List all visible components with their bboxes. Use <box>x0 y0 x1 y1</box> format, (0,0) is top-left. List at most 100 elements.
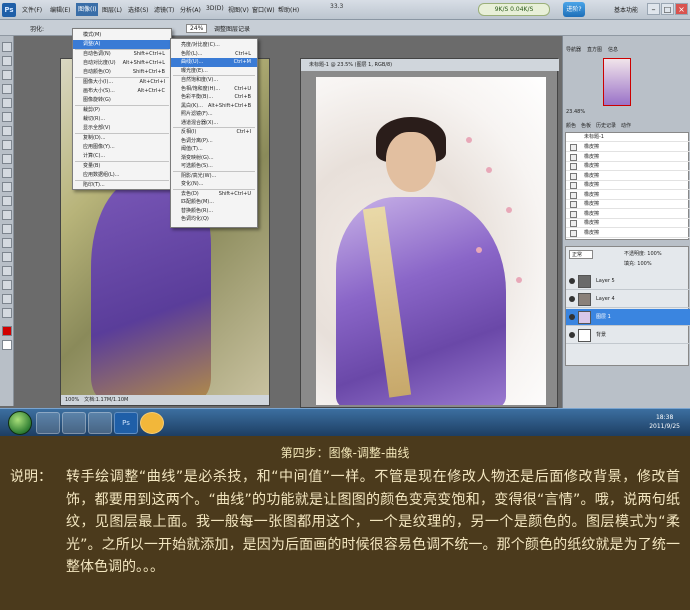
visibility-eye-icon[interactable] <box>569 278 575 284</box>
menu-help[interactable]: 帮助(H) <box>278 5 299 14</box>
marquee-tool-icon[interactable] <box>2 56 12 66</box>
clock-date: 2011/9/25 <box>649 423 680 430</box>
brush-tool-icon[interactable] <box>2 140 12 150</box>
taskbar-app-ie-icon[interactable] <box>62 412 86 434</box>
menu-layer[interactable]: 图层(L) <box>102 5 122 14</box>
image-menu-item[interactable]: 裁剪(P) <box>73 106 171 115</box>
image-menu-item[interactable]: 应用数据组(L)... <box>73 171 171 180</box>
adjust-menu-item[interactable]: 色调均化(Q) <box>171 215 257 224</box>
menu-filter[interactable]: 滤镜(T) <box>154 5 174 14</box>
visibility-eye-icon[interactable] <box>569 296 575 302</box>
magic-wand-tool-icon[interactable] <box>2 84 12 94</box>
taskbar-app-explorer-icon[interactable] <box>36 412 60 434</box>
image-menu-item[interactable]: 复制(D)... <box>73 134 171 143</box>
image-menu-item[interactable]: 自动颜色(O) Shift+Ctrl+B <box>73 68 171 77</box>
tab-info[interactable]: 信息 <box>608 46 618 55</box>
tab-histogram[interactable]: 直方图 <box>587 46 602 55</box>
type-tool-icon[interactable] <box>2 252 12 262</box>
history-row[interactable]: 橡皮擦 <box>566 200 690 209</box>
crop-tool-icon[interactable] <box>2 98 12 108</box>
image-menu-item[interactable]: 计算(C)... <box>73 152 171 161</box>
close-icon[interactable]: × <box>675 3 688 15</box>
history-row[interactable]: 橡皮擦 <box>566 181 690 190</box>
tab-actions[interactable]: 动作 <box>621 122 631 131</box>
layer-row[interactable]: 图层 1 <box>566 309 690 326</box>
document-tab[interactable]: 未标题-1 @ 23.5% (图层 1, RGB/8) <box>301 59 559 71</box>
image-menu-item[interactable]: 应用图像(Y)... <box>73 143 171 152</box>
tab-swatches[interactable]: 色板 <box>581 122 591 131</box>
opacity-field[interactable]: 不透明度: 100% <box>624 250 662 257</box>
start-button-icon[interactable] <box>8 411 32 435</box>
foreground-color-swatch[interactable] <box>2 326 12 336</box>
history-row[interactable]: 橡皮擦 <box>566 143 690 152</box>
taskbar-app-photoshop[interactable]: Ps <box>114 412 138 434</box>
qq-button[interactable]: 进阶? <box>563 2 585 17</box>
feather-label: 羽化: <box>30 26 45 33</box>
layer-row[interactable]: Layer 5 <box>566 273 690 290</box>
history-row[interactable]: 橡皮擦 <box>566 191 690 200</box>
image-menu-item[interactable]: 模式(M) <box>73 31 171 40</box>
gradient-tool-icon[interactable] <box>2 196 12 206</box>
pen-tool-icon[interactable] <box>2 238 12 248</box>
image-menu-item[interactable]: 自动对比度(U) Alt+Shift+Ctrl+L <box>73 59 171 68</box>
visibility-eye-icon[interactable] <box>569 332 575 338</box>
menu-3d[interactable]: 3D(D) <box>206 5 224 12</box>
taskbar-app-qq-icon[interactable] <box>140 412 164 434</box>
history-button[interactable]: 调整图层记录 <box>214 24 250 33</box>
menu-select[interactable]: 选择(S) <box>128 5 149 14</box>
history-row[interactable]: 橡皮擦 <box>566 162 690 171</box>
maximize-icon[interactable]: □ <box>661 3 674 15</box>
menu-image[interactable]: 图像(I) <box>76 3 99 16</box>
image-menu-item[interactable]: 图像旋转(G) <box>73 96 171 105</box>
healing-brush-tool-icon[interactable] <box>2 126 12 136</box>
history-row[interactable]: 橡皮擦 <box>566 219 690 228</box>
image-menu-item[interactable]: 图像大小(I)... Alt+Ctrl+I <box>73 78 171 87</box>
history-row[interactable]: 橡皮擦 <box>566 229 690 238</box>
menu-view[interactable]: 视图(V) <box>228 5 249 14</box>
hand-tool-icon[interactable] <box>2 294 12 304</box>
tab-color[interactable]: 颜色 <box>566 122 576 131</box>
tab-history[interactable]: 历史记录 <box>596 122 616 131</box>
menu-file[interactable]: 文件(F) <box>22 5 42 14</box>
tab-navigator[interactable]: 导航器 <box>566 46 581 55</box>
blur-tool-icon[interactable] <box>2 210 12 220</box>
visibility-eye-icon[interactable] <box>569 314 575 320</box>
zoom-tool-icon[interactable] <box>2 308 12 318</box>
minimize-icon[interactable]: – <box>647 3 660 15</box>
zoom-level[interactable]: 33.3 <box>330 3 343 17</box>
taskbar-app-player-icon[interactable] <box>88 412 112 434</box>
history-brush-tool-icon[interactable] <box>2 168 12 178</box>
menu-window[interactable]: 窗口(W) <box>252 5 275 14</box>
menu-edit[interactable]: 编辑(E) <box>50 5 70 14</box>
toolbox <box>0 36 14 406</box>
image-menu-item[interactable]: 变量(B) <box>73 162 171 171</box>
lasso-tool-icon[interactable] <box>2 70 12 80</box>
image-menu-item[interactable]: 裁切(R)... <box>73 115 171 124</box>
image-menu-item[interactable]: 自动色调(N) Shift+Ctrl+L <box>73 50 171 59</box>
image-menu-item[interactable]: 显示全部(V) <box>73 124 171 133</box>
layer-row[interactable]: 背景 <box>566 327 690 344</box>
navigator-thumbnail[interactable] <box>603 58 631 106</box>
move-tool-icon[interactable] <box>2 42 12 52</box>
history-row[interactable]: 橡皮擦 <box>566 153 690 162</box>
history-row[interactable]: 橡皮擦 <box>566 210 690 219</box>
layer-row[interactable]: Layer 4 <box>566 291 690 308</box>
dodge-tool-icon[interactable] <box>2 224 12 234</box>
background-color-swatch[interactable] <box>2 340 12 350</box>
fill-field[interactable]: 填充: 100% <box>624 260 652 267</box>
eyedropper-tool-icon[interactable] <box>2 112 12 122</box>
image-menu-item[interactable]: 画布大小(S)... Alt+Ctrl+C <box>73 87 171 96</box>
image-menu-item[interactable]: 陷印(T)... <box>73 181 171 190</box>
blend-mode-select[interactable]: 正常 <box>569 250 594 259</box>
history-snapshot[interactable]: 未标题-1 <box>566 133 690 142</box>
image-menu-item[interactable]: 调整(A) <box>73 40 171 49</box>
menu-analysis[interactable]: 分析(A) <box>180 5 201 14</box>
navigator-zoom[interactable]: 23.48% <box>566 108 585 117</box>
shape-tool-icon[interactable] <box>2 280 12 290</box>
zoom-field[interactable]: 24% <box>186 24 208 33</box>
clone-stamp-tool-icon[interactable] <box>2 154 12 164</box>
workspace-label[interactable]: 基本功能 <box>614 5 638 14</box>
history-row[interactable]: 橡皮擦 <box>566 172 690 181</box>
path-selection-tool-icon[interactable] <box>2 266 12 276</box>
eraser-tool-icon[interactable] <box>2 182 12 192</box>
